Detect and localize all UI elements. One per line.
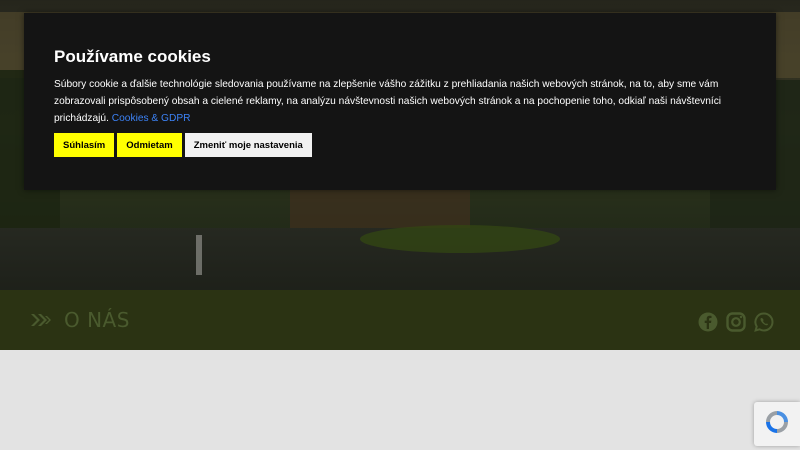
about-title-text: O NÁS <box>64 308 130 332</box>
about-title: O NÁS <box>30 308 130 332</box>
social-icons <box>698 312 774 332</box>
change-settings-button[interactable]: Zmeniť moje nastavenia <box>184 133 312 157</box>
cookie-consent-dialog: Používame cookies Súbory cookie a ďalšie… <box>24 13 776 190</box>
recaptcha-icon <box>763 408 791 440</box>
accept-button[interactable]: Súhlasím <box>54 133 115 157</box>
content-area <box>0 350 800 450</box>
cookie-buttons: Súhlasím Odmietam Zmeniť moje nastavenia <box>54 133 312 157</box>
instagram-icon[interactable] <box>726 312 746 332</box>
whatsapp-icon[interactable] <box>754 312 774 332</box>
recaptcha-badge[interactable] <box>754 402 800 446</box>
double-chevron-right-icon <box>30 313 52 327</box>
cookies-gdpr-link[interactable]: Cookies & GDPR <box>112 113 191 124</box>
cookie-dialog-title: Používame cookies <box>54 47 211 66</box>
about-section-bar: O NÁS <box>0 290 800 350</box>
facebook-icon[interactable] <box>698 312 718 332</box>
cookie-dialog-text: Súbory cookie a ďalšie technológie sledo… <box>54 76 744 127</box>
reject-button[interactable]: Odmietam <box>117 133 182 157</box>
